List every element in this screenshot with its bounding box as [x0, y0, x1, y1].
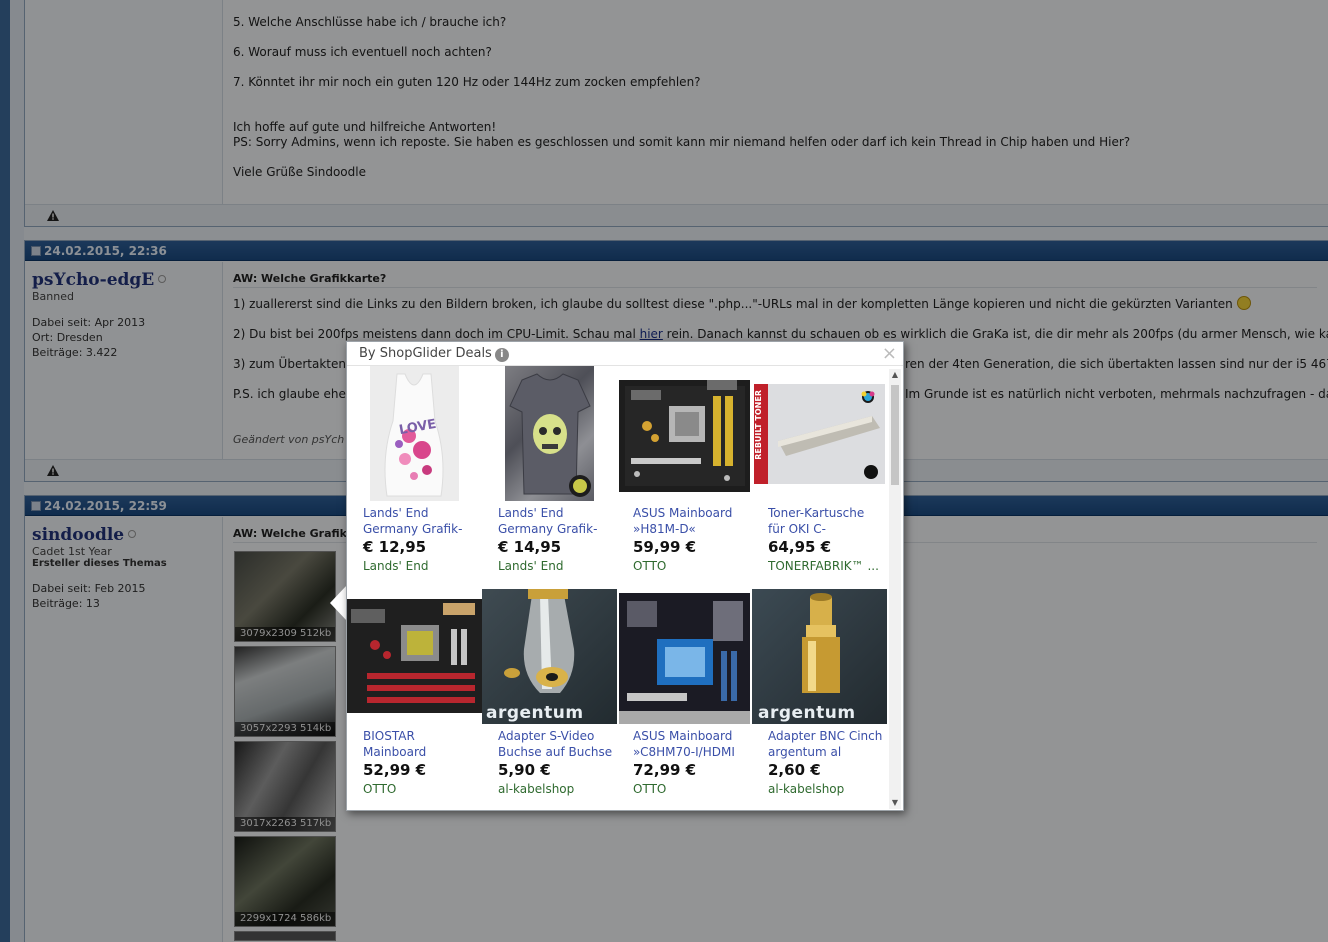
product-image[interactable]: argentum — [482, 589, 617, 724]
product-image[interactable] — [617, 589, 752, 724]
product-shop: al-kabelshop — [498, 782, 575, 796]
product-title[interactable]: Toner-Kartusche für OKI C- — [768, 505, 884, 537]
product-image[interactable]: LOVE — [347, 366, 482, 501]
product-price: 52,99 € — [363, 761, 427, 779]
product-title[interactable]: Lands' End Germany Grafik- — [363, 505, 479, 537]
product-card[interactable]: Lands' End Germany Grafik- € 14,95 Lands… — [482, 366, 617, 588]
product-card[interactable]: LOVE Lands' End Germany Grafik- € 12,95 … — [347, 366, 482, 588]
product-price: 72,99 € — [633, 761, 697, 779]
product-price: 5,90 € — [498, 761, 551, 779]
product-shop: TONERFABRIK™ ... — [768, 559, 879, 573]
product-title[interactable]: BIOSTAR Mainboard — [363, 728, 479, 760]
product-image-text: argentum — [758, 703, 856, 723]
product-card[interactable]: argentum Adapter BNC Cinch argentum al 2… — [752, 589, 887, 810]
product-shop: OTTO — [633, 559, 667, 573]
product-price: € 12,95 — [363, 538, 427, 556]
product-shop: al-kabelshop — [768, 782, 845, 796]
product-card[interactable]: REBUILT TONER Toner-Kartusche für OKI C-… — [752, 366, 887, 588]
product-title[interactable]: Adapter BNC Cinch argentum al — [768, 728, 884, 760]
product-image[interactable] — [347, 589, 482, 724]
scroll-thumb[interactable] — [891, 385, 899, 485]
product-shop: Lands' End — [363, 559, 429, 573]
info-icon[interactable]: i — [494, 348, 509, 362]
popup-pointer — [330, 585, 347, 621]
product-image-text: REBUILT TONER — [754, 390, 763, 460]
product-title[interactable]: Adapter S-Video Buchse auf Buchse — [498, 728, 614, 760]
shopglider-popup: By ShopGlider Deals i × LOVE Lands' End G… — [346, 341, 904, 811]
product-image[interactable] — [482, 366, 617, 501]
popup-scrollbar[interactable]: ▲ ▼ — [889, 369, 901, 809]
product-title[interactable]: Lands' End Germany Grafik- — [498, 505, 614, 537]
product-card[interactable]: ASUS Mainboard »H81M-D« 59,99 € OTTO — [617, 366, 752, 588]
product-title[interactable]: ASUS Mainboard »C8HM70-I/HDMI — [633, 728, 749, 760]
popup-header: By ShopGlider Deals i — [347, 342, 903, 366]
scroll-up-arrow-icon[interactable]: ▲ — [889, 369, 901, 381]
product-card[interactable]: BIOSTAR Mainboard 52,99 € OTTO — [347, 589, 482, 810]
product-shop: Lands' End — [498, 559, 564, 573]
product-card[interactable]: ASUS Mainboard »C8HM70-I/HDMI 72,99 € OT… — [617, 589, 752, 810]
product-grid: LOVE Lands' End Germany Grafik- € 12,95 … — [347, 366, 887, 810]
product-card[interactable]: argentum Adapter S-Video Buchse auf Buch… — [482, 589, 617, 810]
product-image[interactable]: argentum — [752, 589, 887, 724]
product-image[interactable]: REBUILT TONER — [752, 366, 887, 501]
product-shop: OTTO — [633, 782, 667, 796]
product-image-text: argentum — [486, 703, 584, 723]
product-price: 59,99 € — [633, 538, 697, 556]
product-price: 2,60 € — [768, 761, 821, 779]
product-image[interactable] — [617, 366, 752, 501]
product-title[interactable]: ASUS Mainboard »H81M-D« — [633, 505, 749, 537]
close-button[interactable]: × — [882, 344, 897, 364]
product-shop: OTTO — [363, 782, 397, 796]
product-price: 64,95 € — [768, 538, 832, 556]
scroll-down-arrow-icon[interactable]: ▼ — [889, 797, 901, 809]
product-price: € 14,95 — [498, 538, 562, 556]
